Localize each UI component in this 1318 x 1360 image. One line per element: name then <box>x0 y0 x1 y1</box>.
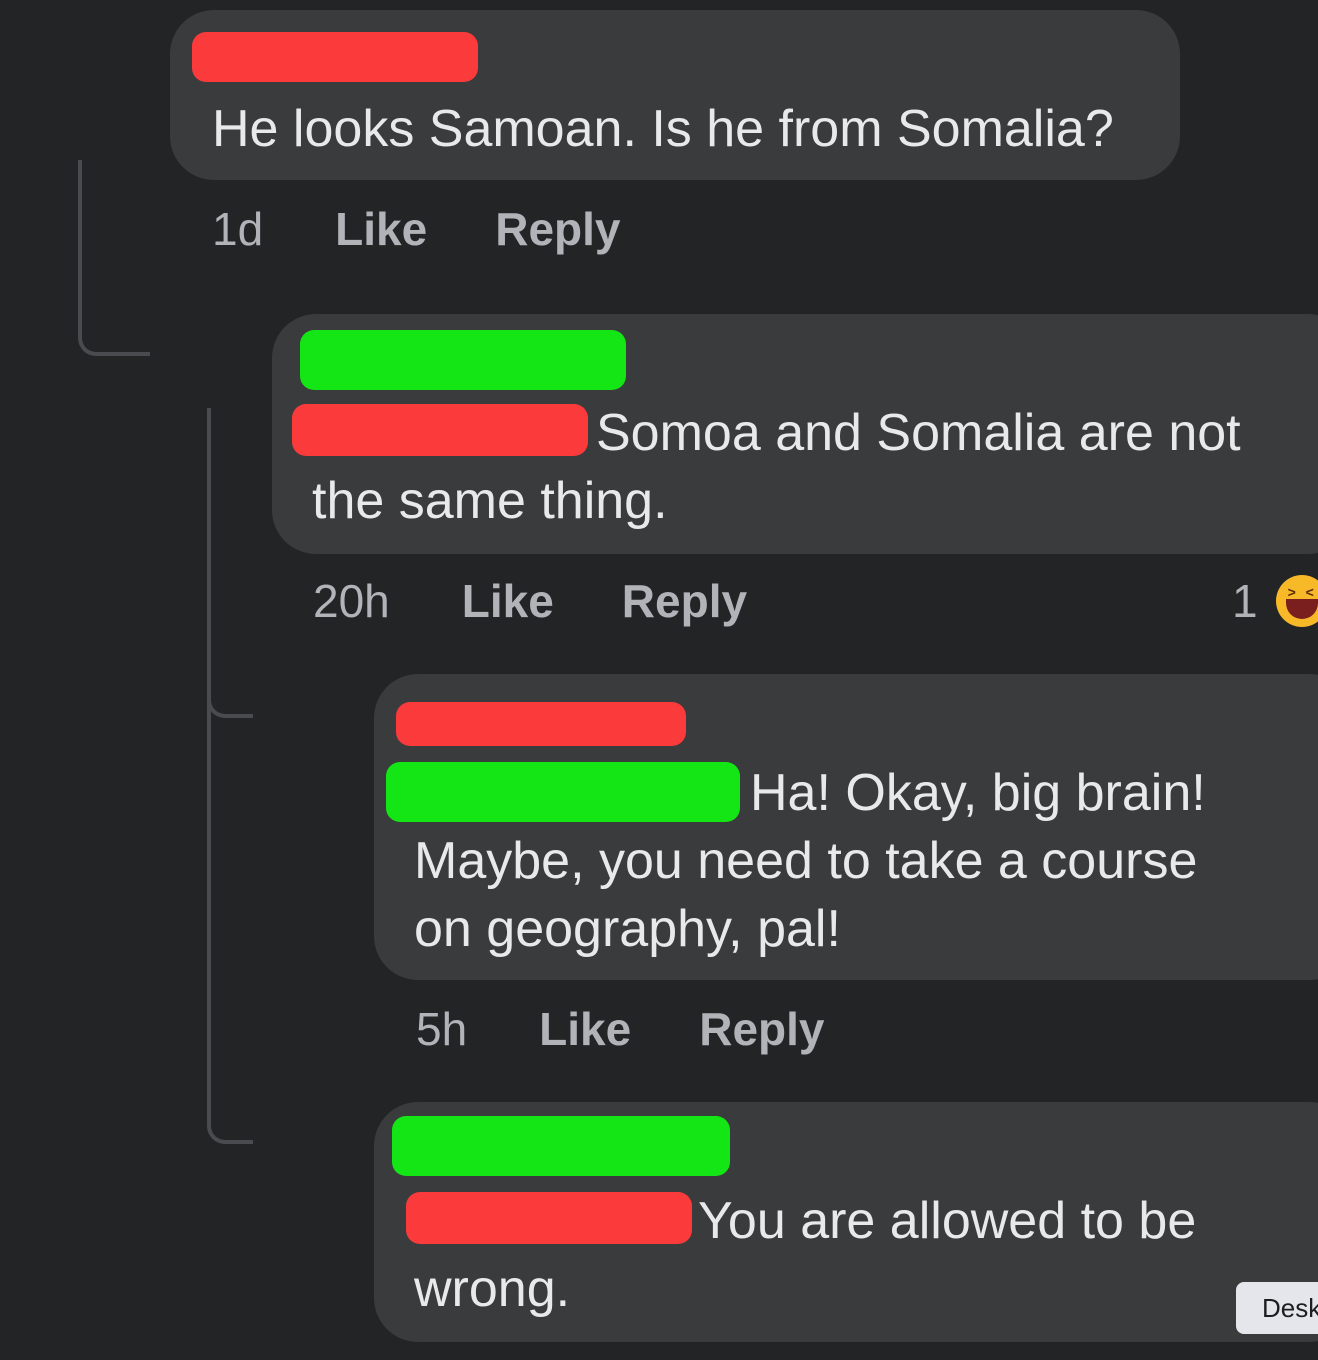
comment-text: He looks Samoan. Is he from Somalia? <box>212 100 1114 158</box>
comment-text-line: Ha! Okay, big brain! <box>750 764 1206 822</box>
comment-bubble: Somoa and Somalia are not the same thing… <box>272 314 1318 554</box>
reply-button[interactable]: Reply <box>699 1002 824 1056</box>
tooltip: Desk <box>1236 1282 1318 1334</box>
comment-timestamp: 5h <box>416 1003 468 1055</box>
comment-text-line: wrong. <box>414 1260 571 1318</box>
comment-text-line: Maybe, you need to take a course <box>414 832 1198 890</box>
comment-actions: 20h Like Reply <box>313 574 815 628</box>
reaction-count: 1 <box>1232 575 1258 627</box>
redacted-author-name <box>192 32 478 82</box>
comment-actions: 1d Like Reply <box>212 202 688 256</box>
comment-timestamp: 20h <box>313 575 390 627</box>
reply-button[interactable]: Reply <box>495 202 620 256</box>
comment-actions: 5h Like Reply <box>416 1002 892 1056</box>
like-button[interactable]: Like <box>335 202 427 256</box>
comment-text-line: Somoa and Somalia are not <box>596 404 1241 462</box>
comment-timestamp: 1d <box>212 203 264 255</box>
thread-connector-line <box>207 650 253 1144</box>
redacted-mention-tag <box>386 762 740 822</box>
reply-button[interactable]: Reply <box>622 574 747 628</box>
laughing-emoji-icon: > < <box>1275 575 1318 627</box>
redacted-author-name <box>392 1116 730 1176</box>
comment-bubble: Ha! Okay, big brain! Maybe, you need to … <box>374 674 1318 980</box>
like-button[interactable]: Like <box>539 1002 631 1056</box>
comment-text-line: You are allowed to be <box>698 1192 1197 1250</box>
comment-bubble: You are allowed to be wrong. <box>374 1102 1318 1342</box>
comment-text-line: the same thing. <box>312 472 668 530</box>
redacted-mention-tag <box>292 404 588 456</box>
comment-text-line: on geography, pal! <box>414 900 841 958</box>
reaction-summary[interactable]: 1 > < <box>1232 574 1318 628</box>
redacted-author-name <box>300 330 626 390</box>
redacted-mention-tag <box>406 1192 692 1244</box>
thread-connector-line <box>78 160 150 356</box>
like-button[interactable]: Like <box>462 574 554 628</box>
comment-bubble: He looks Samoan. Is he from Somalia? <box>170 10 1180 180</box>
redacted-author-name <box>396 702 686 746</box>
